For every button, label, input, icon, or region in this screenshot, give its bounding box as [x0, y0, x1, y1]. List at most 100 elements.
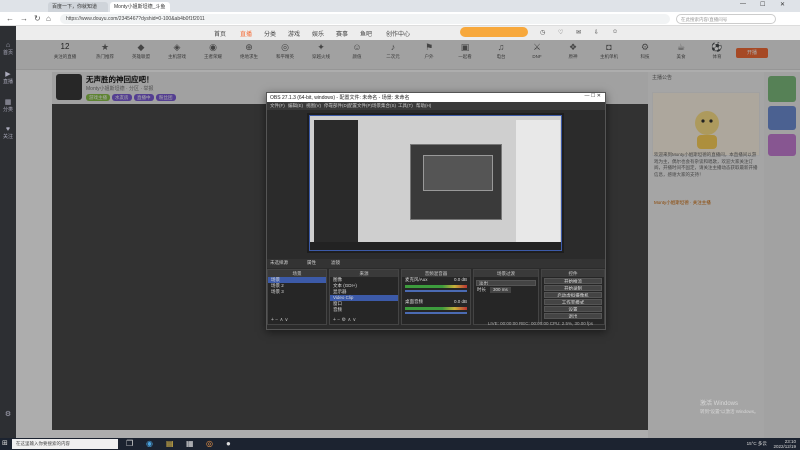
properties-button[interactable]: 属性	[307, 260, 316, 266]
obs-title-bar[interactable]: OBS 27.1.3 (64-bit, windows) - 配置文件: 未命名…	[267, 93, 605, 102]
system-tray: 15°C 多云 23:10 2022/12/19	[747, 439, 796, 449]
rail-label: 分类	[2, 107, 13, 113]
forward-icon[interactable]: →	[20, 14, 28, 23]
obs-window[interactable]: OBS 27.1.3 (64-bit, windows) - 配置文件: 未命名…	[266, 92, 606, 330]
edge-icon[interactable]: ◉	[146, 439, 153, 448]
nav-events[interactable]: 赛事	[336, 29, 348, 38]
transitions-dock: 场景过渡 淡出 时长 300 ms	[473, 269, 539, 325]
obs-menu-docks[interactable]: 停靠部件(D)	[324, 103, 348, 109]
store-icon[interactable]: ▦	[186, 439, 194, 448]
obs-preview[interactable]	[307, 113, 564, 253]
nav-home[interactable]: 首页	[214, 29, 226, 38]
mixer-dock: 音频混音器 麦克风/Aux 0.0 dB 桌面音频 0.0 dB	[401, 269, 471, 325]
volume-slider[interactable]	[405, 290, 467, 292]
source-item[interactable]: 音频	[330, 307, 398, 313]
obs-menu-tools[interactable]: 工具(T)	[398, 103, 413, 109]
nav-category[interactable]: 分类	[264, 29, 276, 38]
home-icon[interactable]: ⌂	[46, 14, 51, 23]
site-search-input[interactable]	[460, 27, 528, 37]
scenes-dock: 场景 场景 场景 2 场景 3 + − ∧ ∨	[267, 269, 327, 325]
back-icon[interactable]: ←	[6, 14, 14, 23]
mixer-channel-db: 0.0 dB	[453, 277, 467, 282]
browser-search-input[interactable]: 在此搜索内容/直播间号	[676, 14, 776, 24]
rail-item-category[interactable]: ▦ 分类	[0, 98, 16, 113]
taskbar-search-input[interactable]: 在这里输入你要搜索的内容	[12, 439, 118, 449]
mixer-channel-label: 桌面音频	[405, 299, 423, 304]
obs-window-controls[interactable]: — ☐ ✕	[585, 93, 601, 99]
rail-label: 直播	[2, 79, 13, 85]
controls-dock: 控件 开始推流 开始录制 启动虚拟摄像机 工作室模式 设置 退出	[541, 269, 605, 325]
scene-item[interactable]: 场景 3	[268, 289, 326, 295]
maximize-button[interactable]: ☐	[760, 1, 765, 8]
nested-panel	[314, 120, 358, 246]
filters-button[interactable]: 滤镜	[331, 260, 340, 266]
rail-item-home[interactable]: ⌂ 首页	[0, 42, 16, 56]
obs-menu-help[interactable]: 帮助(H)	[416, 103, 431, 109]
user-icon[interactable]: ☺	[612, 29, 618, 35]
obs-scene-canvas	[309, 115, 562, 251]
mixer-channel: 麦克风/Aux 0.0 dB	[402, 277, 470, 299]
tab-baidu[interactable]: 百度一下，你就知道	[48, 2, 108, 12]
live-icon: ▶	[5, 71, 11, 78]
nav-creator[interactable]: 创作中心	[386, 29, 410, 38]
task-view-icon[interactable]: ❐	[126, 439, 133, 448]
nav-entertainment[interactable]: 娱乐	[312, 29, 324, 38]
sources-dock: 来源 图像 文本 (GDI+) 显示器 Video Clip 窗口 音频 + −…	[329, 269, 399, 325]
clock-date: 2022/12/19	[773, 444, 796, 449]
minimize-button[interactable]: —	[740, 1, 746, 7]
virtual-camera-button[interactable]: 启动虚拟摄像机	[544, 292, 602, 298]
browser-tab-bar: 百度一下，你就知道 Monty小姐斯坦德_斗鱼 — ☐ ✕	[0, 0, 800, 12]
refresh-icon[interactable]: ↻	[34, 14, 41, 23]
history-icon[interactable]: ◷	[540, 29, 545, 36]
follow-icon: ♥	[5, 126, 11, 133]
obs-menu-file[interactable]: 文件(F)	[270, 103, 285, 109]
mixer-dock-title: 音频混音器	[402, 270, 470, 277]
obs-menu-view[interactable]: 视图(V)	[306, 103, 321, 109]
close-button[interactable]: ✕	[780, 1, 785, 8]
rail-item-live[interactable]: ▶ 直播	[0, 70, 16, 85]
duration-label: 时长	[477, 287, 486, 292]
transition-select[interactable]: 淡出	[476, 280, 536, 286]
tab-douyu[interactable]: Monty小姐斯坦德_斗鱼	[110, 2, 170, 12]
start-streaming-button[interactable]: 开始推流	[544, 278, 602, 284]
duration-input[interactable]: 300 ms	[490, 287, 511, 293]
follow-icon[interactable]: ♡	[558, 29, 563, 36]
home-icon: ⌂	[5, 42, 11, 49]
watermark-line: 转到“设置”以激活 Windows。	[700, 409, 759, 414]
obs-menu-edit[interactable]: 编辑(E)	[288, 103, 303, 109]
settings-button[interactable]: 设置	[544, 306, 602, 312]
obs-menu-scene-collection[interactable]: 场景集合(S)	[372, 103, 396, 109]
file-explorer-icon[interactable]: ▤	[166, 439, 174, 448]
nav-game[interactable]: 游戏	[288, 29, 300, 38]
rail-label: 关注	[2, 134, 13, 140]
url-input[interactable]: https://www.douyu.com/2345467?dyshid=0-1…	[60, 14, 670, 24]
category-icon: ▦	[4, 99, 12, 106]
obs-icon[interactable]: ●	[226, 439, 231, 448]
volume-meter	[405, 307, 467, 310]
sources-dock-title: 来源	[330, 270, 398, 277]
obs-status-bar: LIVE: 00:00:00 REC: 00:00:00 CPU: 2.5%, …	[487, 321, 593, 326]
activation-watermark: 激活 Windows 转到“设置”以激活 Windows。	[700, 400, 759, 416]
volume-slider[interactable]	[405, 312, 467, 314]
weather-label[interactable]: 15°C 多云	[747, 441, 767, 446]
nested-panel	[516, 120, 560, 246]
no-source-label: 未选择源	[270, 260, 288, 265]
mixer-channel-db: 0.0 dB	[453, 299, 467, 304]
message-icon[interactable]: ✉	[576, 29, 581, 36]
chrome-icon[interactable]: ◎	[206, 439, 213, 448]
download-icon[interactable]: ⇩	[594, 29, 599, 36]
clock[interactable]: 23:10 2022/12/19	[773, 439, 796, 449]
mixer-channel-label: 麦克风/Aux	[405, 277, 428, 282]
nav-live[interactable]: 直播	[240, 29, 252, 38]
obs-menu-profile[interactable]: 配置文件(P)	[348, 103, 372, 109]
nav-yuba[interactable]: 鱼吧	[360, 29, 372, 38]
windows-start-icon[interactable]: ⊞	[2, 439, 8, 447]
volume-meter	[405, 285, 467, 288]
studio-mode-button[interactable]: 工作室模式	[544, 299, 602, 305]
mixer-channel-name: 桌面音频 0.0 dB	[402, 299, 470, 305]
transition-duration: 时长 300 ms	[474, 287, 538, 293]
start-recording-button[interactable]: 开始录制	[544, 285, 602, 291]
address-bar: ← → ↻ ⌂ https://www.douyu.com/2345467?dy…	[0, 12, 800, 26]
rail-item-follow[interactable]: ♥ 关注	[0, 126, 16, 140]
settings-icon[interactable]: ⚙	[0, 410, 16, 418]
